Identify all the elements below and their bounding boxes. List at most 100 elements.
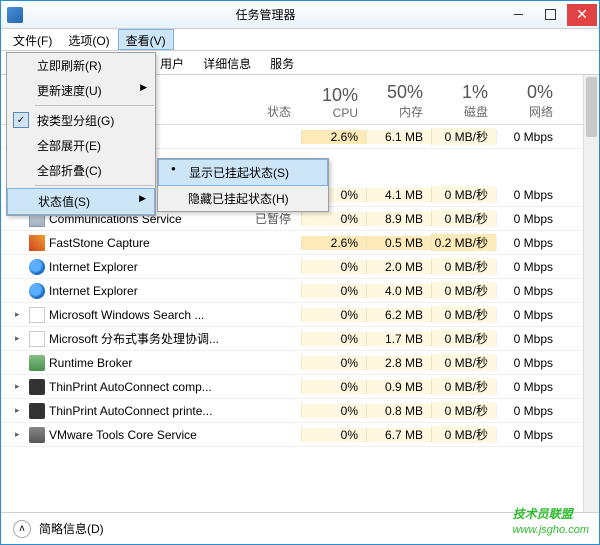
tab-users[interactable]: 用户 xyxy=(150,51,194,74)
disk-cell: 0 MB/秒 xyxy=(431,128,496,145)
table-row[interactable]: ▸Microsoft Windows Search ...0%6.2 MB0 M… xyxy=(1,303,599,327)
chevron-up-icon[interactable]: ʌ xyxy=(13,520,31,538)
menu-item-label: 显示已挂起状态(S) xyxy=(189,166,289,180)
tab-details[interactable]: 详细信息 xyxy=(193,51,261,74)
menu-status-values[interactable]: 状态值(S) ▶ xyxy=(7,188,155,215)
process-name: ▸ VMware Tools Core Service xyxy=(1,427,231,443)
menu-separator xyxy=(35,105,154,106)
net-cell: 0 Mbps xyxy=(496,308,561,322)
table-row[interactable]: ▸VMware Tools Core Service0%6.7 MB0 MB/秒… xyxy=(1,423,599,447)
process-name: ▸Microsoft 分布式事务处理协调... xyxy=(1,330,231,347)
disk-cell: 0 MB/秒 xyxy=(431,330,496,347)
menubar: 文件(F) 选项(O) 查看(V) xyxy=(1,29,599,51)
net-cell: 0 Mbps xyxy=(496,332,561,346)
expand-icon[interactable]: ▸ xyxy=(15,405,25,416)
menu-collapse-all[interactable]: 全部折叠(C) xyxy=(7,158,155,183)
cpu-cell: 0% xyxy=(301,404,366,418)
mem-cell: 6.2 MB xyxy=(366,308,431,322)
process-label: Internet Explorer xyxy=(49,284,138,298)
submenu-arrow-icon: ▶ xyxy=(140,82,147,93)
mem-cell: 4.0 MB xyxy=(366,284,431,298)
disk-cell: 0 MB/秒 xyxy=(431,258,496,275)
statusbar: ʌ 简略信息(D) xyxy=(1,512,599,544)
process-label: VMware Tools Core Service xyxy=(49,428,197,442)
process-name: ▸ Microsoft Windows Search ... xyxy=(1,307,231,323)
menu-group-by-type[interactable]: ✓ 按类型分组(G) xyxy=(7,108,155,133)
check-icon: ✓ xyxy=(13,112,29,128)
menu-item-label: 按类型分组(G) xyxy=(37,114,114,128)
disk-cell: 0 MB/秒 xyxy=(431,306,496,323)
maximize-button[interactable] xyxy=(535,4,565,26)
table-row[interactable]: ▸Microsoft 分布式事务处理协调...0%1.7 MB0 MB/秒0 M… xyxy=(1,327,599,351)
vertical-scrollbar[interactable] xyxy=(583,75,599,512)
process-name: ▸ ThinPrint AutoConnect comp... xyxy=(1,379,231,395)
close-button[interactable] xyxy=(567,4,597,26)
cpu-cell: 0% xyxy=(301,212,366,226)
menu-file[interactable]: 文件(F) xyxy=(5,29,60,50)
col-memory[interactable]: 50%内存 xyxy=(366,82,431,120)
expand-icon[interactable]: ▸ xyxy=(15,429,25,440)
mem-cell: 2.8 MB xyxy=(366,356,431,370)
menu-update-speed[interactable]: 更新速度(U) ▶ xyxy=(7,78,155,103)
minimize-button[interactable] xyxy=(503,4,533,26)
table-row[interactable]: Internet Explorer0%4.0 MB0 MB/秒0 Mbps xyxy=(1,279,599,303)
menu-item-label: 状态值(S) xyxy=(38,195,90,209)
process-icon xyxy=(29,331,45,347)
mem-cell: 2.0 MB xyxy=(366,260,431,274)
table-row[interactable]: ▸ ThinPrint AutoConnect comp... 0%0.9 MB0 … xyxy=(1,375,599,399)
status-values-submenu: ● 显示已挂起状态(S) 隐藏已挂起状态(H) xyxy=(157,158,329,212)
process-icon xyxy=(29,307,45,323)
process-name: Internet Explorer xyxy=(1,283,231,299)
app-icon xyxy=(7,7,23,23)
process-name: Runtime Broker xyxy=(1,355,231,371)
table-row[interactable]: Internet Explorer 0%2.0 MB0 MB/秒0 Mbps xyxy=(1,255,599,279)
process-icon xyxy=(29,427,45,443)
menu-show-suspended[interactable]: ● 显示已挂起状态(S) xyxy=(158,159,328,186)
table-row[interactable]: Runtime Broker0%2.8 MB0 MB/秒0 Mbps xyxy=(1,351,599,375)
mem-cell: 0.5 MB xyxy=(366,236,431,250)
menu-hide-suspended[interactable]: 隐藏已挂起状态(H) xyxy=(158,186,328,211)
process-label: Internet Explorer xyxy=(49,260,138,274)
cpu-cell: 0% xyxy=(301,356,366,370)
col-status[interactable]: 状态 xyxy=(231,103,301,120)
process-label: ThinPrint AutoConnect comp... xyxy=(49,380,212,394)
table-row[interactable]: FastStone Capture2.6%0.5 MB0.2 MB/秒0 Mbp… xyxy=(1,231,599,255)
menu-view[interactable]: 查看(V) xyxy=(118,29,174,50)
cpu-cell: 2.6% xyxy=(301,130,366,144)
process-icon xyxy=(29,355,45,371)
cpu-cell: 0% xyxy=(301,380,366,394)
process-name: Internet Explorer xyxy=(1,259,231,275)
mem-cell: 8.9 MB xyxy=(366,212,431,226)
net-cell: 0 Mbps xyxy=(496,404,561,418)
disk-cell: 0 MB/秒 xyxy=(431,378,496,395)
scrollbar-thumb[interactable] xyxy=(586,77,597,137)
col-network[interactable]: 0%网络 xyxy=(496,82,561,120)
disk-cell: 0 MB/秒 xyxy=(431,402,496,419)
expand-icon[interactable]: ▸ xyxy=(15,381,25,392)
net-cell: 0 Mbps xyxy=(496,260,561,274)
mem-cell: 6.7 MB xyxy=(366,428,431,442)
net-cell: 0 Mbps xyxy=(496,356,561,370)
col-disk[interactable]: 1%磁盘 xyxy=(431,82,496,120)
expand-icon[interactable]: ▸ xyxy=(15,309,25,320)
disk-cell: 0 MB/秒 xyxy=(431,186,496,203)
mem-cell: 0.9 MB xyxy=(366,380,431,394)
menu-separator xyxy=(35,185,154,186)
process-label: FastStone Capture xyxy=(49,236,150,250)
menu-options[interactable]: 选项(O) xyxy=(60,29,117,50)
fewer-details-link[interactable]: 简略信息(D) xyxy=(39,520,104,537)
process-label: Microsoft Windows Search ... xyxy=(49,308,204,322)
mem-cell: 4.1 MB xyxy=(366,188,431,202)
disk-cell: 0.2 MB/秒 xyxy=(431,234,496,251)
process-icon xyxy=(29,235,45,251)
cpu-cell: 0% xyxy=(301,260,366,274)
process-name: FastStone Capture xyxy=(1,235,231,251)
menu-refresh-now[interactable]: 立即刷新(R) xyxy=(7,53,155,78)
net-cell: 0 Mbps xyxy=(496,188,561,202)
tab-services[interactable]: 服务 xyxy=(260,51,304,74)
disk-cell: 0 MB/秒 xyxy=(431,426,496,443)
menu-expand-all[interactable]: 全部展开(E) xyxy=(7,133,155,158)
col-cpu[interactable]: 10%CPU xyxy=(301,85,366,120)
table-row[interactable]: ▸ThinPrint AutoConnect printe...0%0.8 MB… xyxy=(1,399,599,423)
expand-icon[interactable]: ▸ xyxy=(15,333,25,344)
